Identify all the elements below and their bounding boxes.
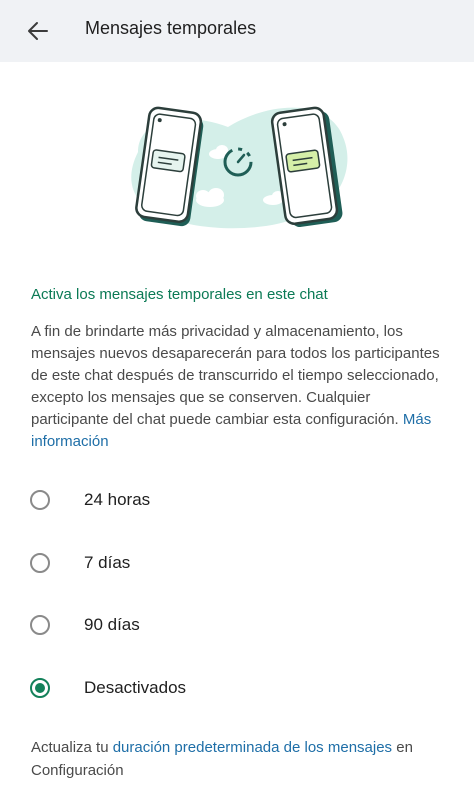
app-header: Mensajes temporales (0, 0, 474, 62)
radio-button-selected[interactable] (30, 678, 50, 698)
radio-button[interactable] (30, 490, 50, 510)
section-description: A fin de brindarte más privacidad y alma… (31, 321, 451, 453)
footer-prefix: Actualiza tu (31, 739, 113, 756)
option-24-hours[interactable]: 24 horas (30, 480, 430, 520)
disappearing-messages-illustration (118, 92, 358, 242)
option-label: 24 horas (84, 490, 151, 509)
footer-note: Actualiza tu duración predeterminada de … (31, 736, 451, 782)
page-title: Mensajes temporales (85, 18, 257, 38)
back-button[interactable] (22, 15, 54, 47)
option-label: 90 días (84, 615, 140, 634)
option-90-days[interactable]: 90 días (30, 605, 430, 645)
option-label: Desactivados (84, 678, 187, 697)
description-text: A fin de brindarte más privacidad y alma… (31, 323, 440, 428)
option-7-days[interactable]: 7 días (30, 543, 430, 583)
default-duration-link[interactable]: duración predeterminada de los mensajes (113, 739, 392, 756)
section-subtitle: Activa los mensajes temporales en este c… (31, 286, 328, 303)
radio-button[interactable] (30, 615, 50, 635)
option-label: 7 días (84, 553, 131, 572)
option-off[interactable]: Desactivados (30, 668, 430, 708)
back-arrow-icon (28, 22, 48, 40)
radio-button[interactable] (30, 553, 50, 573)
